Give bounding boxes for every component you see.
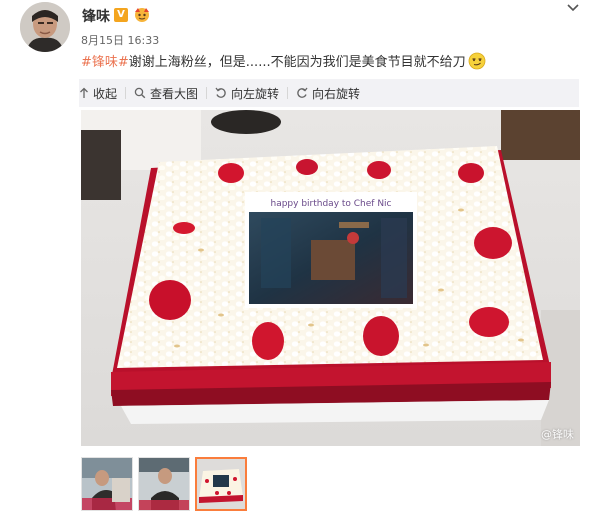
thumbnail-1[interactable]	[81, 457, 133, 511]
collapse-button[interactable]: 收起	[79, 85, 117, 102]
member-badge-icon	[133, 6, 151, 24]
topic-link[interactable]: #锋味#	[81, 55, 129, 70]
rotate-right-icon	[297, 87, 308, 98]
arrow-up-icon	[80, 87, 88, 98]
toolbar-divider	[287, 87, 289, 99]
photo-watermark: @锋味	[541, 428, 574, 441]
avatar[interactable]	[20, 2, 70, 52]
image-toolbar: 收起 查看大图 向左旋转 向右旋转	[79, 79, 579, 107]
rotate-left-label: 向左旋转	[231, 86, 280, 101]
search-icon	[134, 87, 146, 99]
rotate-right-button[interactable]: 向右旋转	[296, 85, 360, 102]
thumbnail-image	[139, 458, 189, 510]
thumbnail-3[interactable]	[195, 457, 247, 511]
avatar-photo	[20, 2, 70, 52]
post-header: 锋味 V 8月15日 16:33 #锋味#谢谢上海粉丝，但是......不能因为…	[0, 0, 599, 80]
toolbar-divider	[206, 87, 208, 99]
verified-badge-icon: V	[114, 8, 128, 22]
cake-photo: happy birthday to Chef Nic	[81, 110, 580, 446]
username[interactable]: 锋味	[82, 6, 110, 26]
toolbar-divider	[125, 87, 127, 99]
post-body: 谢谢上海粉丝，但是......不能因为我们是美食节目就不给刀	[128, 55, 466, 70]
post-text: #锋味#谢谢上海粉丝，但是......不能因为我们是美食节目就不给刀	[81, 52, 486, 72]
rotate-left-icon	[215, 87, 226, 98]
thumbnail-2[interactable]	[138, 457, 190, 511]
rotate-left-button[interactable]: 向左旋转	[215, 85, 279, 102]
collapse-label: 收起	[93, 86, 118, 101]
view-large-button[interactable]: 查看大图	[134, 85, 198, 102]
main-photo[interactable]: happy birthday to Chef Nic @锋味	[81, 110, 580, 446]
smirk-face-icon	[468, 52, 486, 70]
rotate-right-label: 向右旋转	[312, 86, 361, 101]
thumbnail-strip	[81, 457, 247, 511]
thumbnail-image	[197, 459, 245, 509]
chevron-down-icon[interactable]	[566, 2, 580, 14]
view-large-label: 查看大图	[150, 86, 199, 101]
cake-inscription: happy birthday to Chef Nic	[270, 199, 391, 209]
post-timestamp[interactable]: 8月15日 16:33	[81, 32, 159, 48]
thumbnail-image	[82, 458, 132, 510]
